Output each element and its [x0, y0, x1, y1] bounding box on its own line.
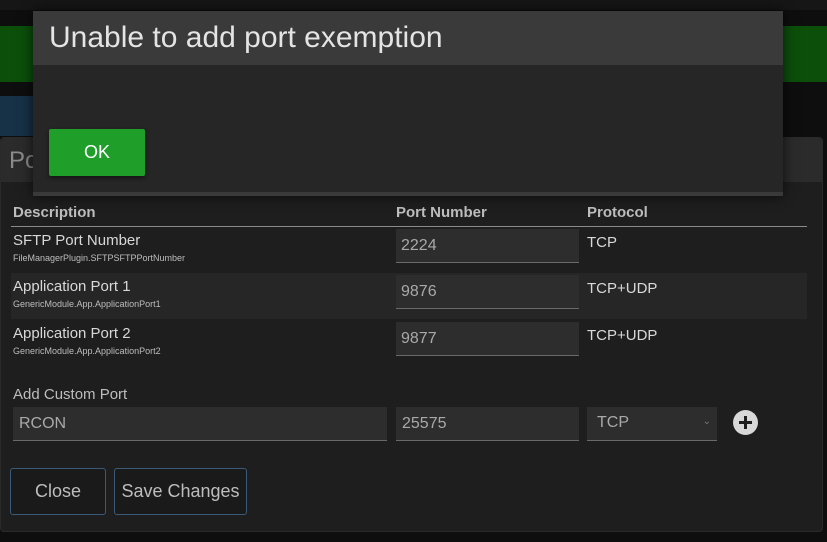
port-protocol: TCP [587, 234, 617, 251]
app-nav-element [0, 96, 34, 136]
save-changes-button[interactable]: Save Changes [114, 468, 247, 515]
modal-footer-divider [33, 192, 783, 196]
port-number-input[interactable] [396, 322, 579, 356]
add-port-plus-icon[interactable] [733, 410, 758, 435]
port-setting-key: GenericModule.App.ApplicationPort1 [13, 299, 161, 309]
modal-header: Unable to add port exemption [33, 11, 783, 65]
port-name: Application Port 2 [13, 325, 131, 342]
port-exemptions-dialog: Po Description Port Number Protocol SFTP… [0, 137, 823, 532]
table-row: SFTP Port Number FileManagerPlugin.SFTPS… [11, 227, 807, 273]
table-row: Application Port 1 GenericModule.App.App… [11, 273, 807, 319]
column-header-description: Description [13, 204, 96, 221]
port-protocol: TCP+UDP [587, 327, 658, 344]
modal-title: Unable to add port exemption [49, 21, 443, 54]
custom-port-protocol-select[interactable]: TCP ⌄ [587, 407, 717, 441]
close-button[interactable]: Close [10, 468, 106, 515]
custom-port-number-input[interactable] [396, 407, 579, 441]
port-name: SFTP Port Number [13, 232, 141, 249]
port-setting-key: GenericModule.App.ApplicationPort2 [13, 346, 161, 356]
chevron-down-icon: ⌄ [702, 416, 711, 427]
port-name: Application Port 1 [13, 278, 131, 295]
app-top-bar [0, 0, 827, 10]
port-protocol: TCP+UDP [587, 280, 658, 297]
column-header-port-number: Port Number [396, 204, 487, 221]
port-setting-key: FileManagerPlugin.SFTPSFTPPortNumber [13, 253, 186, 263]
ok-button[interactable]: OK [49, 129, 145, 176]
table-row: Application Port 2 GenericModule.App.App… [11, 320, 807, 366]
port-number-input[interactable] [396, 229, 579, 263]
column-header-protocol: Protocol [587, 204, 648, 221]
add-custom-port-label: Add Custom Port [13, 386, 128, 403]
port-number-input[interactable] [396, 275, 579, 309]
custom-port-name-input[interactable] [13, 407, 387, 441]
error-modal: Unable to add port exemption OK [33, 11, 783, 196]
protocol-selected-value: TCP [597, 414, 629, 431]
